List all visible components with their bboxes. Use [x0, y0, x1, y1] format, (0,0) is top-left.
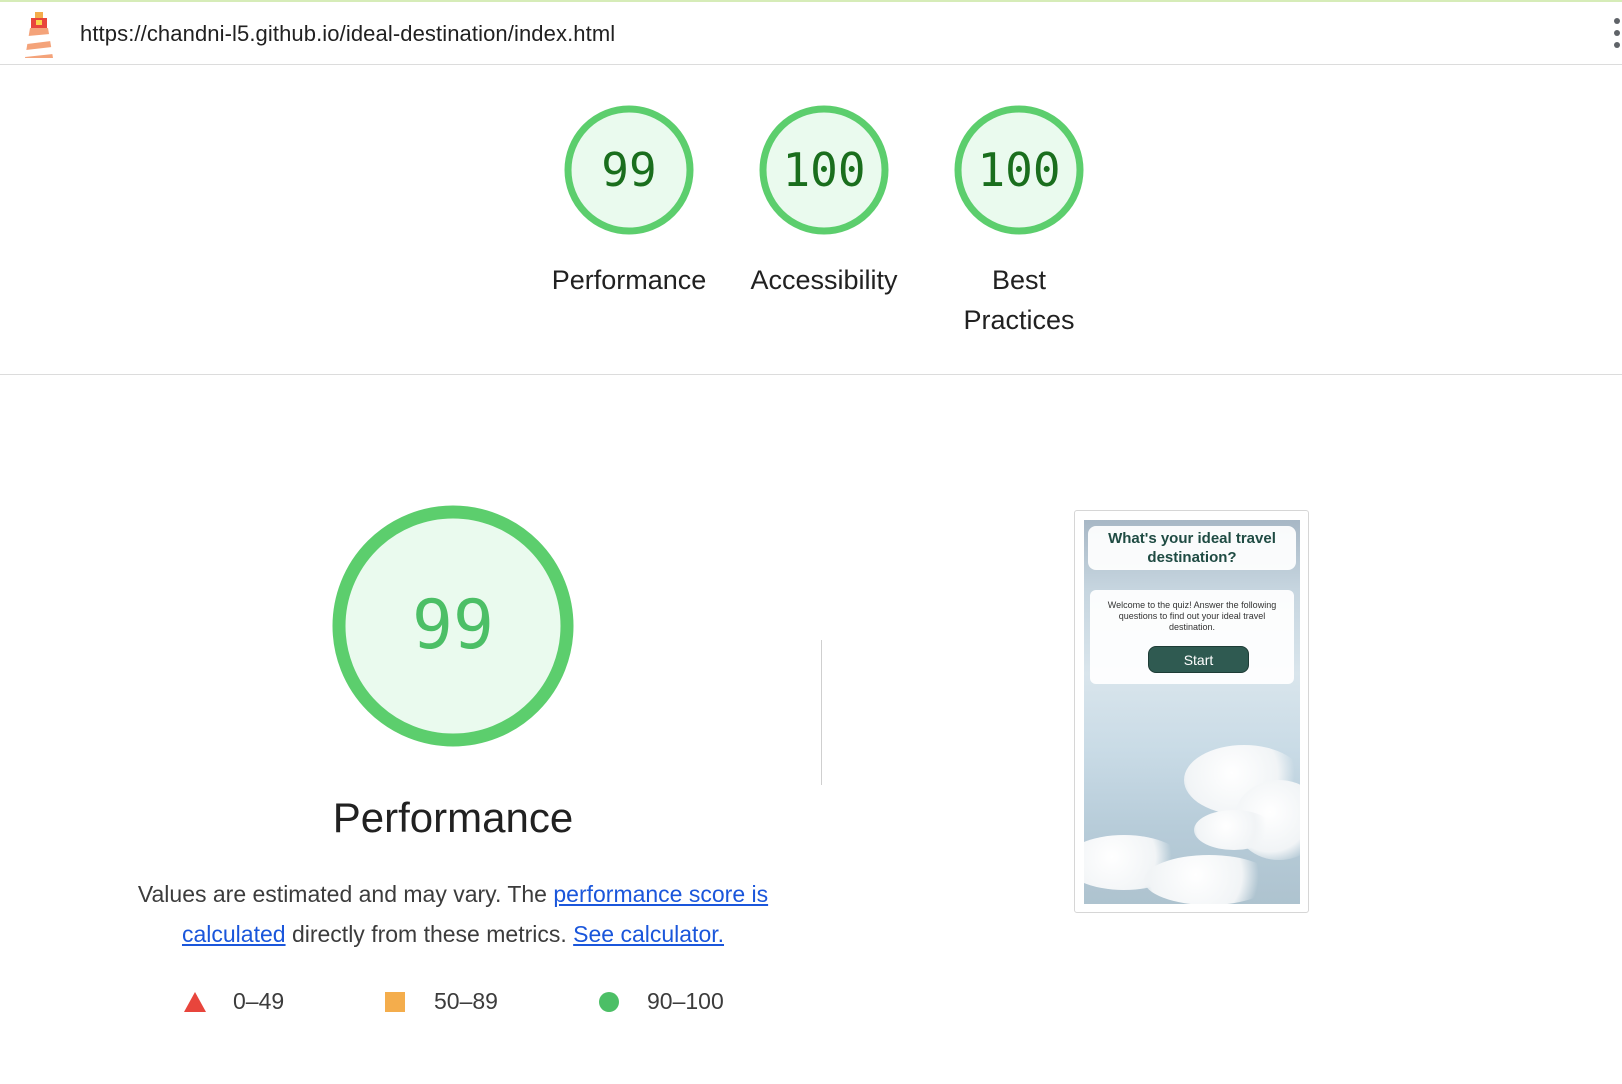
preview-start-button: Start: [1148, 646, 1249, 673]
legend-range: 90–100: [647, 988, 724, 1014]
section-divider: [0, 374, 1622, 375]
gauge-score: 100: [977, 143, 1060, 197]
cloud-shape: [1194, 810, 1274, 850]
description-text: Values are estimated and may vary. The: [137, 881, 554, 907]
gauge-label: Performance: [551, 265, 707, 295]
lighthouse-logo-icon: [25, 12, 53, 58]
square-icon: [385, 992, 405, 1012]
vertical-separator: [821, 640, 822, 785]
report-url-bar: https://chandni-l5.github.io/ideal-desti…: [0, 2, 1622, 65]
performance-score: 99: [412, 586, 494, 665]
gauge-ring-icon: 100: [759, 105, 889, 235]
triangle-icon: [184, 992, 206, 1012]
gauge-score: 99: [601, 143, 656, 197]
more-options-icon[interactable]: [1614, 18, 1622, 52]
final-screenshot: What's your ideal travel destination? We…: [1084, 520, 1300, 904]
gauge-label: Best Practices: [932, 260, 1106, 340]
preview-intro-card: Welcome to the quiz! Answer the followin…: [1090, 590, 1294, 684]
cloud-shape: [1144, 855, 1274, 904]
final-screenshot-frame[interactable]: What's your ideal travel destination? We…: [1074, 510, 1309, 913]
legend-range: 0–49: [233, 988, 285, 1014]
gauge-label: Accessibility: [750, 265, 898, 295]
circle-icon: [599, 992, 619, 1012]
gauge-best-practices[interactable]: 100 Best Practices: [932, 104, 1106, 340]
gauge-ring-icon: 99: [564, 105, 694, 235]
gauge-label-line: Best: [991, 265, 1047, 295]
legend-range: 50–89: [434, 988, 498, 1014]
gauge-ring-icon: 100: [954, 105, 1084, 235]
description-text: directly from these metrics.: [285, 921, 574, 947]
gauge-performance[interactable]: 99 Performance: [542, 104, 716, 300]
preview-intro-text: Welcome to the quiz! Answer the followin…: [1107, 600, 1277, 632]
performance-title: Performance: [332, 794, 574, 841]
summary-gauges: 99 Performance 100 Accessibility 100 Bes…: [0, 104, 1622, 374]
score-legend: 0–49 50–89 90–100: [0, 988, 900, 1018]
gauge-score: 100: [782, 143, 865, 197]
performance-description: Values are estimated and may vary. The p…: [120, 874, 786, 954]
see-calculator-link[interactable]: See calculator.: [573, 921, 724, 947]
performance-gauge-large: 99: [332, 505, 574, 747]
report-url: https://chandni-l5.github.io/ideal-desti…: [80, 21, 616, 46]
preview-title: What's your ideal travel destination?: [1088, 526, 1296, 570]
gauge-accessibility[interactable]: 100 Accessibility: [737, 104, 911, 300]
gauge-label-line: Practices: [963, 305, 1075, 335]
